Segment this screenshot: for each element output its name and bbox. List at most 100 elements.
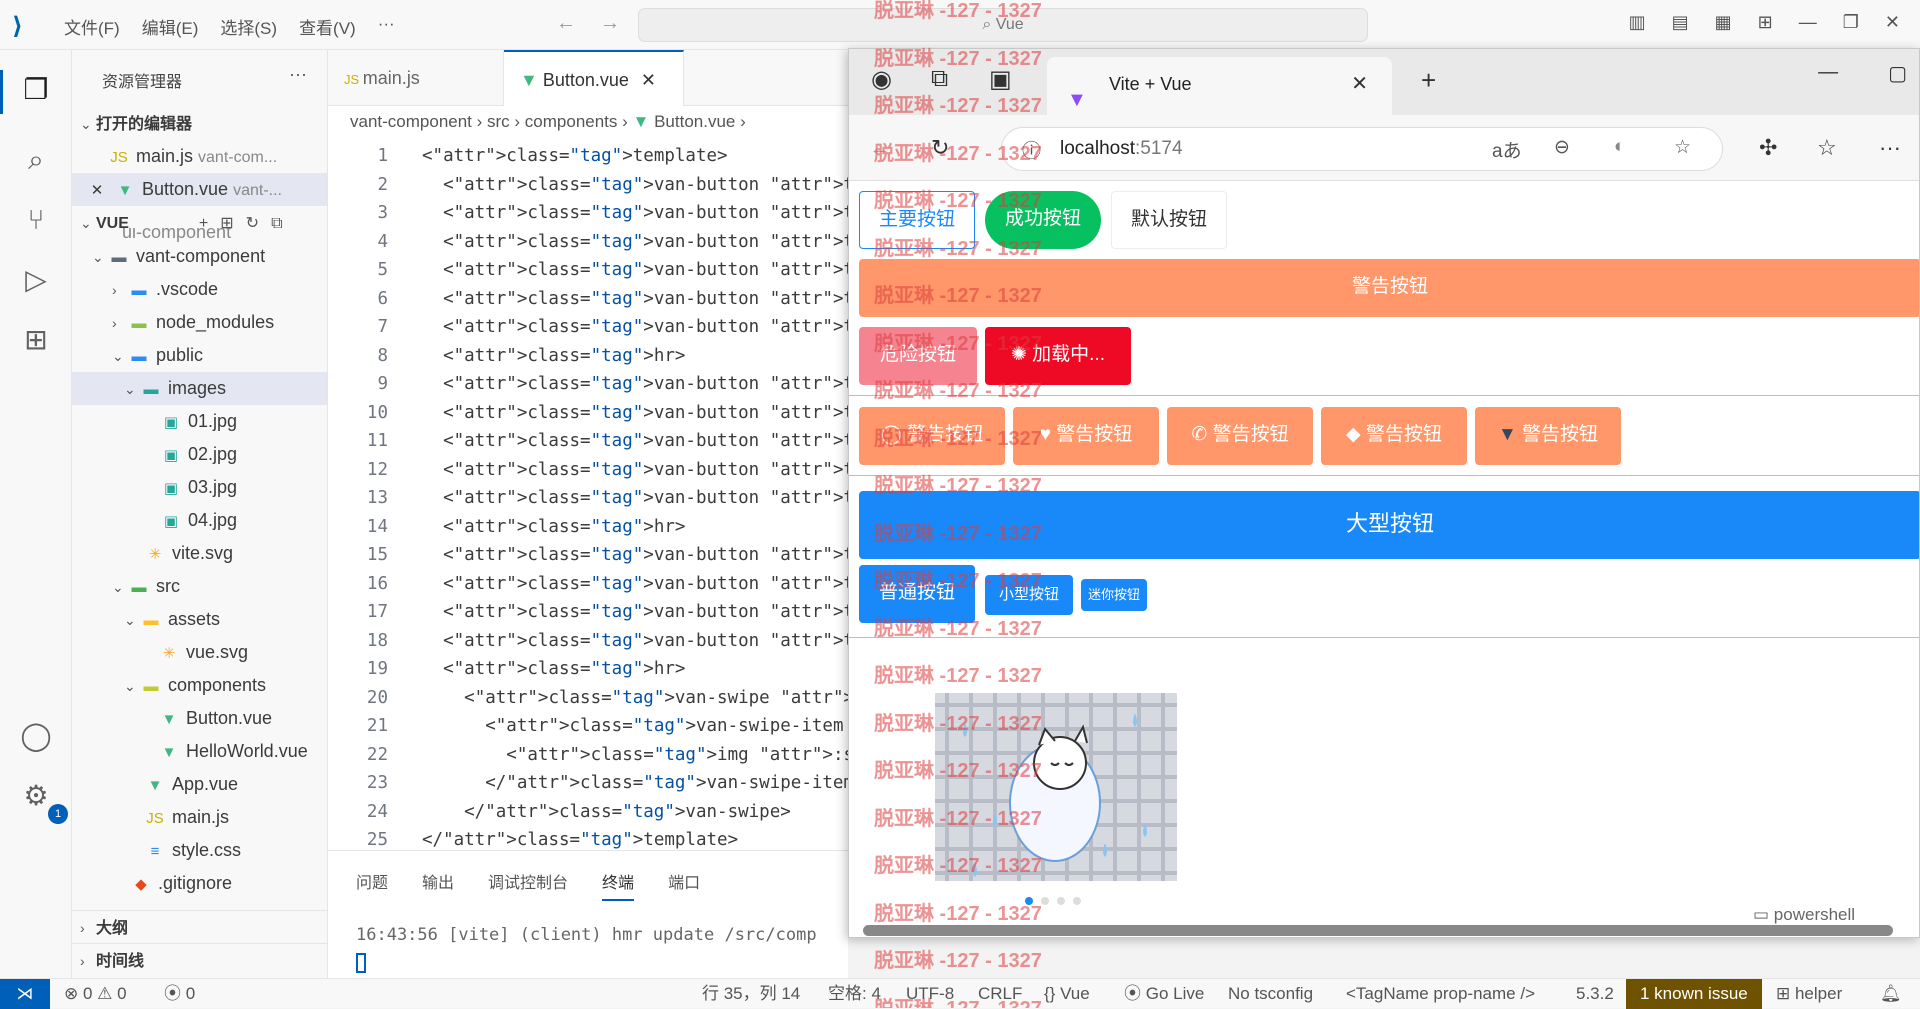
- swipe-dot[interactable]: [1057, 897, 1065, 905]
- version-status[interactable]: 5.3.2: [1576, 979, 1614, 1009]
- remote-icon[interactable]: ⋊: [0, 979, 50, 1009]
- read-aloud-icon[interactable]: aあ: [1492, 136, 1522, 163]
- toggle-secondary-sidebar-icon[interactable]: ▦: [1715, 12, 1732, 33]
- minimize-icon[interactable]: —: [1799, 12, 1817, 33]
- mini-button[interactable]: 迷你按钮: [1081, 579, 1147, 611]
- tab-output[interactable]: 输出: [422, 869, 454, 901]
- more-icon[interactable]: ···: [1879, 135, 1901, 161]
- extensions-icon[interactable]: ⊞: [16, 320, 56, 360]
- open-editor-item-active[interactable]: ✕ ▼ Button.vue vant-...: [72, 173, 327, 206]
- normal-button[interactable]: 普通按钮: [859, 565, 975, 623]
- encoding[interactable]: UTF-8: [906, 979, 954, 1009]
- warning-icon-button[interactable]: ◯ 警告按钮: [859, 407, 1005, 465]
- explorer-icon[interactable]: ❐: [16, 70, 56, 110]
- restore-icon[interactable]: ❐: [1843, 12, 1859, 33]
- toggle-panel-icon[interactable]: ▤: [1672, 12, 1689, 33]
- code-line[interactable]: 16 <"attr">class="tag">van-button "attr"…: [328, 570, 848, 599]
- tagname-status[interactable]: <TagName prop-name />: [1346, 979, 1535, 1009]
- warning-icon-button[interactable]: ♥ 警告按钮: [1013, 407, 1159, 465]
- tab-actions-icon[interactable]: ▣: [989, 65, 1012, 94]
- tree-file[interactable]: ▣ 04.jpg: [72, 504, 327, 537]
- swipe-dot[interactable]: [1025, 897, 1033, 905]
- tsconfig-status[interactable]: No tsconfig: [1228, 979, 1313, 1009]
- workspaces-icon[interactable]: ⧉: [931, 65, 948, 93]
- code-line[interactable]: 9 <"attr">class="tag">van-button "attr">…: [328, 370, 848, 399]
- default-button[interactable]: 默认按钮: [1111, 191, 1227, 249]
- close-tab-icon[interactable]: ✕: [1351, 57, 1368, 111]
- problems-status[interactable]: ⊗ 0 ⚠ 0: [64, 979, 127, 1009]
- warning-icon-button[interactable]: ✆ 警告按钮: [1167, 407, 1313, 465]
- tree-file[interactable]: ▼ HelloWorld.vue: [72, 735, 327, 768]
- close-tab-icon[interactable]: ✕: [641, 70, 656, 90]
- tree-file[interactable]: ▣ 01.jpg: [72, 405, 327, 438]
- close-icon[interactable]: ✕: [1885, 12, 1900, 33]
- ports-status[interactable]: ⦿ 0: [164, 979, 195, 1009]
- code-line[interactable]: 11 <"attr">class="tag">van-button "attr"…: [328, 427, 848, 456]
- tab-button-vue[interactable]: ▼ Button.vue ✕: [504, 50, 684, 106]
- code-line[interactable]: 6 <"attr">class="tag">van-button "attr">…: [328, 285, 848, 314]
- tree-folder[interactable]: › ▬ node_modules: [72, 306, 327, 339]
- search-icon[interactable]: ⌕: [16, 140, 56, 180]
- source-control-icon[interactable]: ⑂: [16, 200, 56, 240]
- code-line[interactable]: 7 <"attr">class="tag">van-button "attr">…: [328, 313, 848, 342]
- customize-layout-icon[interactable]: ⊞: [1758, 12, 1773, 33]
- code-line[interactable]: 24 </"attr">class="tag">van-swipe>: [328, 798, 848, 827]
- language-mode[interactable]: {} Vue: [1044, 979, 1090, 1009]
- breadcrumb-item[interactable]: vant-component: [350, 112, 472, 131]
- code-line[interactable]: 12 <"attr">class="tag">van-button "attr"…: [328, 456, 848, 485]
- horizontal-scrollbar[interactable]: [863, 925, 1893, 936]
- code-line[interactable]: 21 <"attr">class="tag">van-swipe-item "a…: [328, 712, 848, 741]
- browser-tab[interactable]: ▼ Vite + Vue ✕: [1047, 57, 1392, 115]
- code-line[interactable]: 1 <"attr">class="tag">template>: [328, 142, 848, 171]
- tab-terminal[interactable]: 终端: [602, 869, 635, 901]
- tree-folder[interactable]: ⌄ ▬ public: [72, 339, 327, 372]
- swipe-image[interactable]: [935, 693, 1177, 881]
- menu-view[interactable]: 查看(V): [299, 14, 356, 39]
- timeline-header[interactable]: › 时间线: [72, 943, 327, 976]
- swipe-dot[interactable]: [1073, 897, 1081, 905]
- new-tab-icon[interactable]: +: [1421, 65, 1436, 96]
- open-editors-header[interactable]: ⌄ 打开的编辑器: [72, 107, 327, 140]
- menu-more[interactable]: ···: [378, 14, 395, 39]
- tree-folder[interactable]: ⌄ ▬ assets: [72, 603, 327, 636]
- code-line[interactable]: 20 <"attr">class="tag">van-swipe "attr">…: [328, 684, 848, 713]
- cursor-position[interactable]: 行 35，列 14: [702, 979, 800, 1009]
- code-line[interactable]: 13 <"attr">class="tag">van-button "attr"…: [328, 484, 848, 513]
- danger-loading-button[interactable]: ✺ 加载中...: [985, 327, 1131, 385]
- code-line[interactable]: 18 <"attr">class="tag">van-button "attr"…: [328, 627, 848, 656]
- line-ending[interactable]: CRLF: [978, 979, 1022, 1009]
- toggle-sidebar-icon[interactable]: ▥: [1629, 12, 1646, 33]
- large-button[interactable]: 大型按钮: [859, 491, 1919, 559]
- code-editor[interactable]: 1 <"attr">class="tag">template> 2 <"attr">…: [328, 138, 848, 850]
- menu-edit[interactable]: 编辑(E): [142, 14, 199, 39]
- tree-file[interactable]: ▣ 02.jpg: [72, 438, 327, 471]
- tab-ports[interactable]: 端口: [668, 869, 700, 901]
- zoom-out-icon[interactable]: ⊖: [1554, 136, 1570, 159]
- success-round-button[interactable]: 成功按钮: [985, 191, 1101, 249]
- code-line[interactable]: 14 <"attr">class="tag">hr>: [328, 513, 848, 542]
- tab-main-js[interactable]: JS main.js: [328, 50, 504, 106]
- code-line[interactable]: 22 <"attr">class="tag">img "attr">:src="…: [328, 741, 848, 770]
- tree-folder[interactable]: ⌄ ▬ components: [72, 669, 327, 702]
- tree-folder[interactable]: ⌄ ▬ vant-component: [72, 240, 327, 273]
- breadcrumb-item[interactable]: components: [525, 112, 618, 131]
- settings-gear-icon[interactable]: ⚙ 1: [16, 776, 68, 824]
- menu-file[interactable]: 文件(F): [64, 14, 120, 39]
- code-line[interactable]: 23 </"attr">class="tag">van-swipe-item>: [328, 769, 848, 798]
- edge-icon[interactable]: ◐: [1614, 136, 1625, 158]
- swipe-dot[interactable]: [1041, 897, 1049, 905]
- outline-header[interactable]: › 大纲: [72, 910, 327, 943]
- warning-icon-button[interactable]: ◆ 警告按钮: [1321, 407, 1467, 465]
- breadcrumb-item[interactable]: Button.vue: [654, 112, 735, 131]
- code-line[interactable]: 8 <"attr">class="tag">hr>: [328, 342, 848, 371]
- code-line[interactable]: 15 <"attr">class="tag">van-button "attr"…: [328, 541, 848, 570]
- code-line[interactable]: 4 <"attr">class="tag">van-button "attr">…: [328, 228, 848, 257]
- notifications-icon[interactable]: 🔔︎: [1880, 979, 1902, 1009]
- accounts-icon[interactable]: ◯: [16, 716, 56, 756]
- site-info-icon[interactable]: ⓘ: [1022, 136, 1041, 163]
- tree-file[interactable]: ✳ vue.svg: [72, 636, 327, 669]
- menu-selection[interactable]: 选择(S): [220, 14, 277, 39]
- tree-file[interactable]: ▣ 03.jpg: [72, 471, 327, 504]
- primary-plain-button[interactable]: 主要按钮: [859, 191, 975, 249]
- forward-arrow-icon[interactable]: →: [600, 12, 620, 35]
